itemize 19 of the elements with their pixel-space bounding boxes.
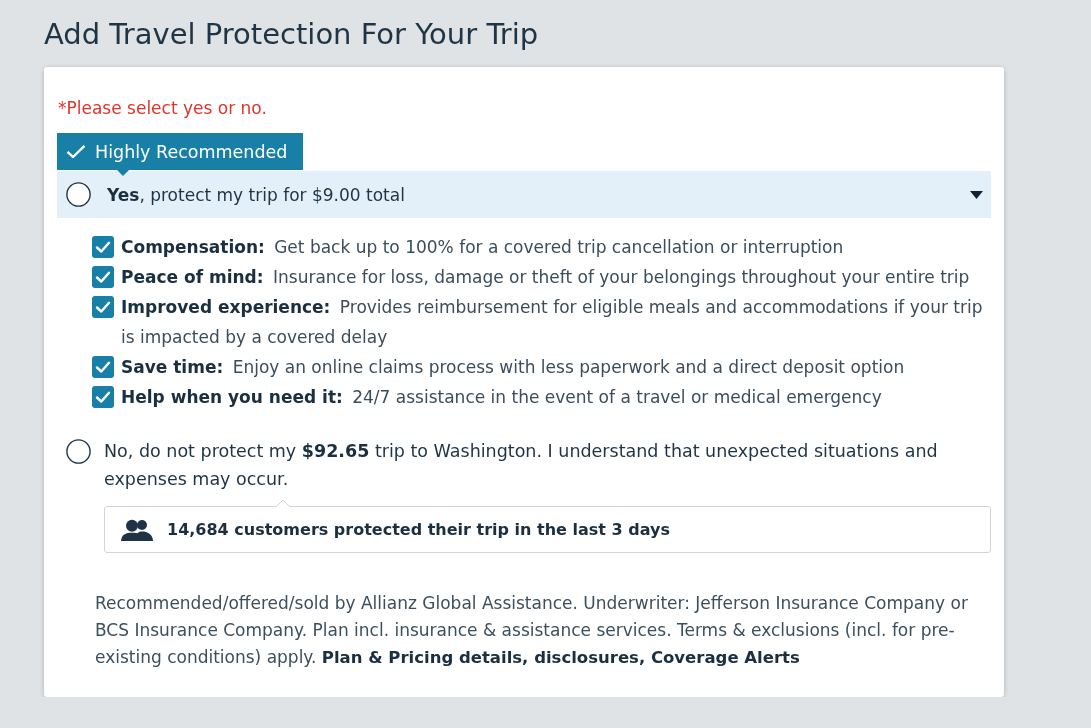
- people-icon: [121, 518, 153, 541]
- radio-button[interactable]: [66, 182, 91, 207]
- caret-icon[interactable]: [970, 190, 983, 199]
- option-label: Yes, protect my trip for $9.00 total: [107, 183, 406, 207]
- benefit-text: Peace of mind: Insurance for loss, damage or theft of your belongings throughout your entire trip: [121, 266, 970, 289]
- benefit-text: Compensation: Get back up to 100% for a covered trip cancellation or interruption: [121, 236, 844, 259]
- benefit-text: Improved experience: Provides reimbursement for eligible meals and accommodations if your trip is impacted by a covered delay: [121, 296, 984, 349]
- badge-text: Highly Recommended: [95, 141, 288, 162]
- option-row[interactable]: Yes, protect my trip for $9.00 total: [57, 171, 991, 218]
- validation-message: *Please select yes or no.: [58, 97, 268, 120]
- social-proof-text: 14,684 customers protected their trip in the last 3 days: [167, 520, 670, 539]
- option-label: No, do not protect my $92.65 trip to Washington. I understand that unexpected situations and expenses may occur.: [104, 440, 939, 491]
- pricing-details-link[interactable]: Plan & Pricing details, disclosures, Coverage Alerts: [321, 648, 800, 667]
- check-icon: [66, 144, 86, 159]
- benefit-text: Save time: Enjoy an online claims process with less paperwork and a direct deposit option: [121, 356, 905, 379]
- radio-button[interactable]: [66, 438, 91, 464]
- page-heading: Add Travel Protection For Your Trip: [44, 17, 540, 51]
- disclaimer-text: Recommended/offered/sold by Allianz Global Assistance. Underwriter: Jefferson Insurance Company or BCS Insurance Company. Plan incl. insurance & assistance services. Terms & exclusions (incl. for pre-existing conditions) apply. Plan & Pricing details, disclosures, Coverage Alerts: [95, 592, 969, 669]
- benefit-text: Help when you need it: 24/7 assistance in the event of a travel or medical emergency: [121, 386, 882, 409]
